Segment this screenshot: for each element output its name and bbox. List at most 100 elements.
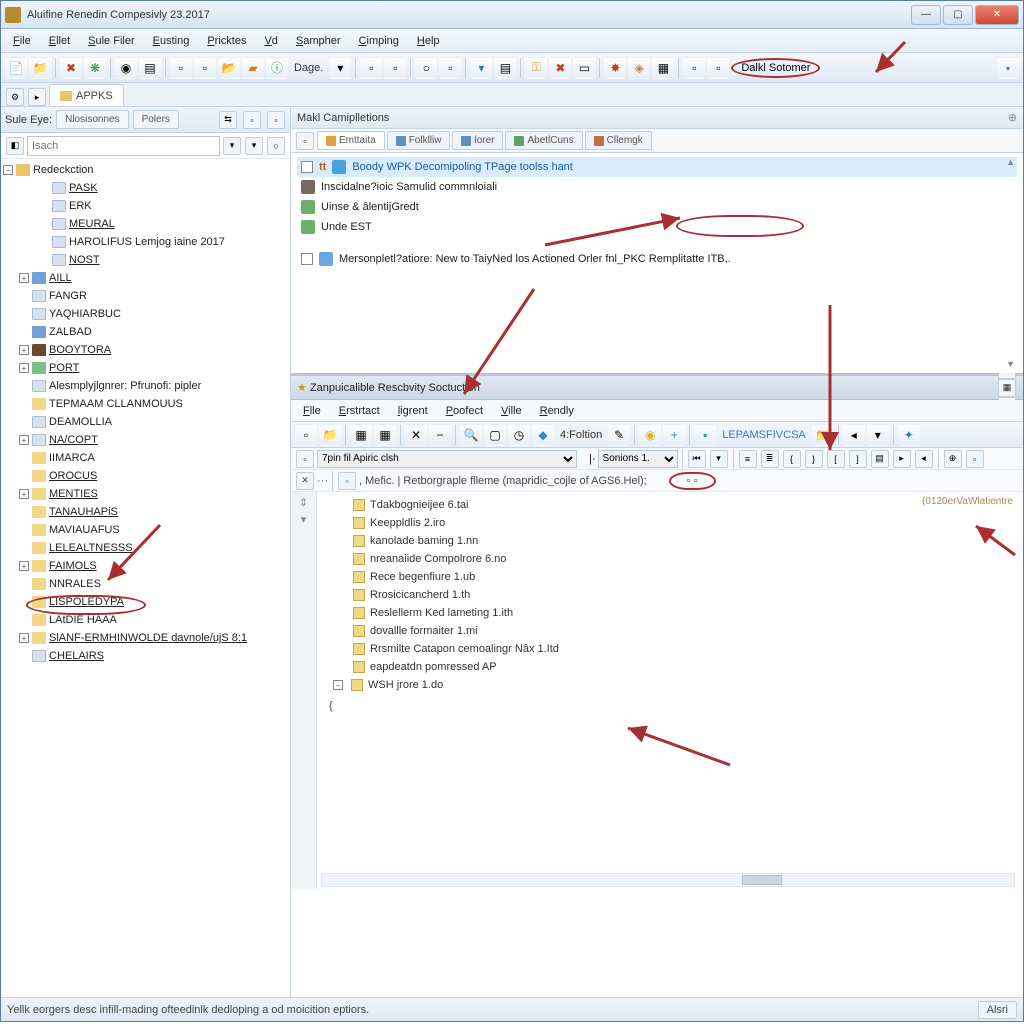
ct-grid1-icon[interactable]: ▦ xyxy=(350,424,372,446)
file-row[interactable]: nreanaiide Compolrore 6.no xyxy=(303,550,1015,568)
expand-icon[interactable]: + xyxy=(19,345,29,355)
tree-node[interactable]: ZALBAD xyxy=(1,323,290,341)
page2-icon[interactable]: ▫ xyxy=(194,57,216,79)
new-file-icon[interactable]: 📄 xyxy=(5,57,27,79)
tree-node[interactable]: PASK xyxy=(1,179,290,197)
checkbox[interactable] xyxy=(301,161,313,173)
tree-node[interactable]: IIMARCA xyxy=(1,449,290,467)
child-menu-ligrent[interactable]: ligrent xyxy=(390,402,436,420)
file-row[interactable]: Rrsmilte Catapon cemoalingr Nâx 1.Itd xyxy=(303,640,1015,658)
tree-node[interactable]: −Redeckction xyxy=(1,161,290,179)
list-item[interactable]: Uinse & âlentijGredt xyxy=(297,197,1017,217)
tree-node[interactable]: +PORT xyxy=(1,359,290,377)
menu-pricktes[interactable]: Pricktes xyxy=(199,32,254,50)
expand-icon[interactable]: + xyxy=(19,561,29,571)
ct-cut-icon[interactable]: ✕ xyxy=(405,424,427,446)
list-item[interactable]: Inscidalne?ioic Samulid commnloiali xyxy=(297,177,1017,197)
tree-node[interactable]: TEPMAAM CLLANMOUUS xyxy=(1,395,290,413)
tree-node[interactable]: CHELAIRS xyxy=(1,647,290,665)
key-icon[interactable]: ⚿ xyxy=(525,57,547,79)
dropdown-icon[interactable]: ▾ xyxy=(329,57,351,79)
fmt-7[interactable]: ▫ xyxy=(966,450,984,468)
file-row[interactable]: eapdeatdn pomressed AP xyxy=(303,658,1015,676)
ct-open-icon[interactable]: ▫ xyxy=(295,424,317,446)
list-item[interactable]: Mersonpletl?atiore: New to TaiyNed los A… xyxy=(297,249,1017,269)
menu-vd[interactable]: Vd xyxy=(256,32,285,50)
open-folder-icon[interactable]: 📁 xyxy=(29,57,51,79)
close-button[interactable]: ✕ xyxy=(975,5,1019,25)
ct-bulb-icon[interactable]: ◉ xyxy=(639,424,661,446)
upper-pane-list[interactable]: ▲ ▼ ttBoody WPK Decomipoling TPage tools… xyxy=(291,153,1023,373)
fmt-5[interactable]: ◂ xyxy=(915,450,933,468)
nav-first-icon[interactable]: ⏮ xyxy=(688,450,706,468)
tree-node[interactable]: FANGR xyxy=(1,287,290,305)
tree-node[interactable]: MEURAL xyxy=(1,215,290,233)
ct-clock-icon[interactable]: ◷ xyxy=(508,424,530,446)
z2-icon[interactable]: ▫ xyxy=(707,57,729,79)
project-tree[interactable]: −RedeckctionPASKERKMEURALHAROLIFUS Lemjo… xyxy=(1,159,290,997)
path-doc-icon[interactable]: ▫ xyxy=(296,450,314,468)
tool-puzzle-icon[interactable]: ❋ xyxy=(84,57,106,79)
page1-icon[interactable]: ▫ xyxy=(170,57,192,79)
menu-eusting[interactable]: Eusting xyxy=(145,32,198,50)
brace-l[interactable]: { xyxy=(783,450,801,468)
expand-icon[interactable]: + xyxy=(19,363,29,373)
search-go-icon[interactable]: ○ xyxy=(267,137,285,155)
child-file-area[interactable]: ⇕ ▾ (0120erVaWlatientre Tdakbognieijee 6… xyxy=(291,492,1023,889)
tree-node[interactable]: HAROLIFUS Lemjog iaine 2017 xyxy=(1,233,290,251)
tree-node[interactable]: LAtDIE HAAA xyxy=(1,611,290,629)
doc2-icon[interactable]: ▫ xyxy=(384,57,406,79)
tree-node[interactable]: LELEALTNESSS xyxy=(1,539,290,557)
child-menu-poofect[interactable]: Poofect xyxy=(438,402,491,420)
file-row[interactable]: Rece begenfiure 1.ub xyxy=(303,568,1015,586)
tree-node[interactable]: TANAUHAPiS xyxy=(1,503,290,521)
tag-icon[interactable]: ▭ xyxy=(573,57,595,79)
tree-node[interactable]: +NA/COPT xyxy=(1,431,290,449)
file-row[interactable]: Reslellerm Ked lameting 1.ith xyxy=(303,604,1015,622)
ct-lepam-label[interactable]: LEPAMSFIVCSA xyxy=(718,429,810,441)
file-row[interactable]: Tdakbognieijee 6.tai xyxy=(303,496,1015,514)
fmt-3[interactable]: ▤ xyxy=(871,450,889,468)
db-icon[interactable]: ▤ xyxy=(494,57,516,79)
minimize-button[interactable]: — xyxy=(911,5,941,25)
help-icon[interactable]: ▪ xyxy=(997,57,1019,79)
child-max-icon[interactable]: ▦ xyxy=(998,379,1016,397)
save-blue-icon[interactable]: ▾ xyxy=(470,57,492,79)
tree-node[interactable]: MAVIAUAFUS xyxy=(1,521,290,539)
upper-tab-4[interactable]: Cllemgk xyxy=(585,131,652,150)
ct-search-icon[interactable]: 🔍 xyxy=(460,424,482,446)
menu-file[interactable]: File xyxy=(5,32,39,50)
ct-plus-icon[interactable]: + xyxy=(663,424,685,446)
delete-icon[interactable]: ✖ xyxy=(549,57,571,79)
disc-icon[interactable]: ◉ xyxy=(115,57,137,79)
menu-help[interactable]: Help xyxy=(409,32,448,50)
sidebar-btn-1[interactable]: ⇆ xyxy=(219,111,237,129)
plus-icon[interactable]: ▫ xyxy=(439,57,461,79)
sonions-select[interactable]: Sonions 1. xyxy=(598,450,678,468)
fmt-6[interactable]: ⊕ xyxy=(944,450,962,468)
ct-info-icon[interactable]: ◆ xyxy=(532,424,554,446)
tree-node[interactable]: DEAMOLLIA xyxy=(1,413,290,431)
nav-dd-icon[interactable]: ▾ xyxy=(710,450,728,468)
sidebar-btn-3[interactable]: ▫ xyxy=(267,111,285,129)
ct-dash-icon[interactable]: − xyxy=(429,424,451,446)
info-icon[interactable]: ⓘ xyxy=(266,57,288,79)
file-row[interactable]: dovallle formaiter 1.mi xyxy=(303,622,1015,640)
ct-wand-icon[interactable]: ✎ xyxy=(608,424,630,446)
circle1-icon[interactable]: ○ xyxy=(415,57,437,79)
upper-tab-3[interactable]: AbetlCuns xyxy=(505,131,582,150)
grid-icon[interactable]: ▦ xyxy=(652,57,674,79)
child-menu-ville[interactable]: Ville xyxy=(493,402,530,420)
list-item[interactable]: Unde EST xyxy=(297,217,1017,237)
child-menu-erstrtact[interactable]: Erstrtact xyxy=(331,402,388,420)
menu-sampher[interactable]: Sampher xyxy=(288,32,349,50)
h-scroll-thumb[interactable] xyxy=(742,875,782,885)
expand-icon[interactable]: + xyxy=(19,633,29,643)
bc-doc-icon[interactable]: ▫ xyxy=(338,472,356,490)
sidebar-btn-2[interactable]: ▫ xyxy=(243,111,261,129)
box-icon[interactable]: ▰ xyxy=(242,57,264,79)
sidebar-tab-2[interactable]: Polers xyxy=(133,110,179,129)
fmt-1[interactable]: ≡ xyxy=(739,450,757,468)
tree-node[interactable]: Alesmplyjlgnrer: Pfrunofi: pipler xyxy=(1,377,290,395)
brace-r[interactable]: } xyxy=(805,450,823,468)
